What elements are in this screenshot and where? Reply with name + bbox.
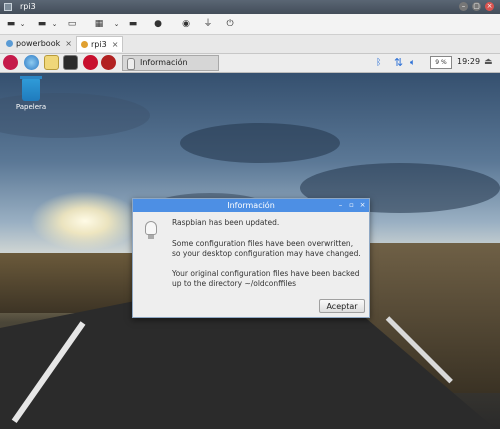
computer-icon bbox=[6, 40, 13, 47]
browser-icon[interactable] bbox=[24, 55, 39, 70]
information-dialog: Información – ▫ × Raspbian has been upda… bbox=[132, 198, 370, 318]
trash-icon bbox=[20, 76, 42, 101]
desktop-panel: Información ᛒ ⇅ 🔈︎ 9 % 19:29 ⏏ bbox=[0, 54, 500, 73]
power-icon[interactable]: ⏻ bbox=[224, 18, 236, 30]
trash-label: Papelera bbox=[15, 103, 47, 111]
dialog-titlebar: Información – ▫ × bbox=[133, 199, 369, 212]
taskbar-information-button[interactable]: Información bbox=[122, 55, 219, 71]
window-titlebar: rpi3 – ▢ × bbox=[0, 0, 500, 14]
close-window-button[interactable]: × bbox=[485, 2, 494, 11]
file-manager-icon[interactable] bbox=[44, 55, 59, 70]
dialog-message-title: Raspbian has been updated. bbox=[172, 218, 280, 227]
sun-glow bbox=[30, 191, 140, 251]
volume-icon[interactable]: 🔈︎ bbox=[410, 56, 415, 70]
minimize-button[interactable]: – bbox=[459, 2, 468, 11]
cpu-monitor[interactable]: 9 % bbox=[430, 56, 452, 69]
copy-icon[interactable]: ▬ bbox=[36, 18, 48, 30]
close-tab-icon[interactable]: × bbox=[112, 40, 119, 49]
window-title: rpi3 bbox=[20, 2, 36, 11]
window-icon[interactable]: ▭ bbox=[66, 18, 78, 30]
folder-icon[interactable]: ▬ bbox=[5, 18, 17, 30]
computer-icon bbox=[81, 41, 88, 48]
maximize-button[interactable]: ▢ bbox=[472, 2, 481, 11]
chevron-down-icon[interactable]: ⌄ bbox=[18, 18, 27, 30]
screen-icon[interactable]: ▬ bbox=[127, 18, 139, 30]
session-tabbar: powerbook × rpi3 × bbox=[0, 35, 500, 54]
terminal-icon[interactable] bbox=[63, 55, 78, 70]
record-icon[interactable]: ◉ bbox=[180, 18, 192, 30]
dialog-message-body: Some configuration files have been overw… bbox=[172, 239, 361, 258]
tab-label: rpi3 bbox=[91, 40, 107, 49]
bluetooth-icon[interactable]: ᛒ bbox=[376, 56, 381, 70]
chevron-down-icon[interactable]: ⌄ bbox=[112, 18, 121, 30]
maximize-icon[interactable]: ▫ bbox=[347, 201, 356, 210]
cloud bbox=[180, 123, 340, 163]
lightbulb-icon bbox=[127, 58, 135, 70]
raspberry-menu-icon[interactable] bbox=[3, 55, 18, 70]
clock[interactable]: 19:29 bbox=[457, 57, 480, 66]
network-icon[interactable]: ⇅ bbox=[394, 56, 403, 70]
math-icon[interactable] bbox=[83, 55, 98, 70]
close-icon[interactable]: × bbox=[358, 201, 367, 210]
main-toolbar: ▬ ⌄ ▬ ⌄ ▭ ▦ ⌄ ▬ ● ◉ ⏚ ⏻ bbox=[0, 14, 500, 35]
taskbar-label: Información bbox=[140, 58, 188, 67]
close-tab-icon[interactable]: × bbox=[65, 39, 72, 48]
app-icon bbox=[4, 3, 12, 11]
chevron-down-icon[interactable]: ⌄ bbox=[50, 18, 59, 30]
tab-rpi3[interactable]: rpi3 × bbox=[76, 36, 124, 52]
minimize-icon[interactable]: – bbox=[336, 201, 345, 210]
wolfram-icon[interactable] bbox=[101, 55, 116, 70]
record-icon[interactable]: ● bbox=[152, 18, 164, 30]
dialog-title: Información bbox=[227, 201, 275, 210]
trash-desktop-icon[interactable]: Papelera bbox=[12, 76, 50, 111]
dialog-message-backup: Your original configuration files have b… bbox=[172, 269, 360, 288]
tab-label: powerbook bbox=[16, 39, 61, 48]
usb-icon[interactable]: ⏚ bbox=[202, 18, 214, 30]
eject-icon[interactable]: ⏏ bbox=[484, 57, 493, 67]
keyboard-icon[interactable]: ▦ bbox=[93, 18, 105, 30]
tab-powerbook[interactable]: powerbook × bbox=[2, 36, 76, 52]
accept-button[interactable]: Aceptar bbox=[319, 299, 365, 313]
lightbulb-icon bbox=[145, 221, 157, 239]
